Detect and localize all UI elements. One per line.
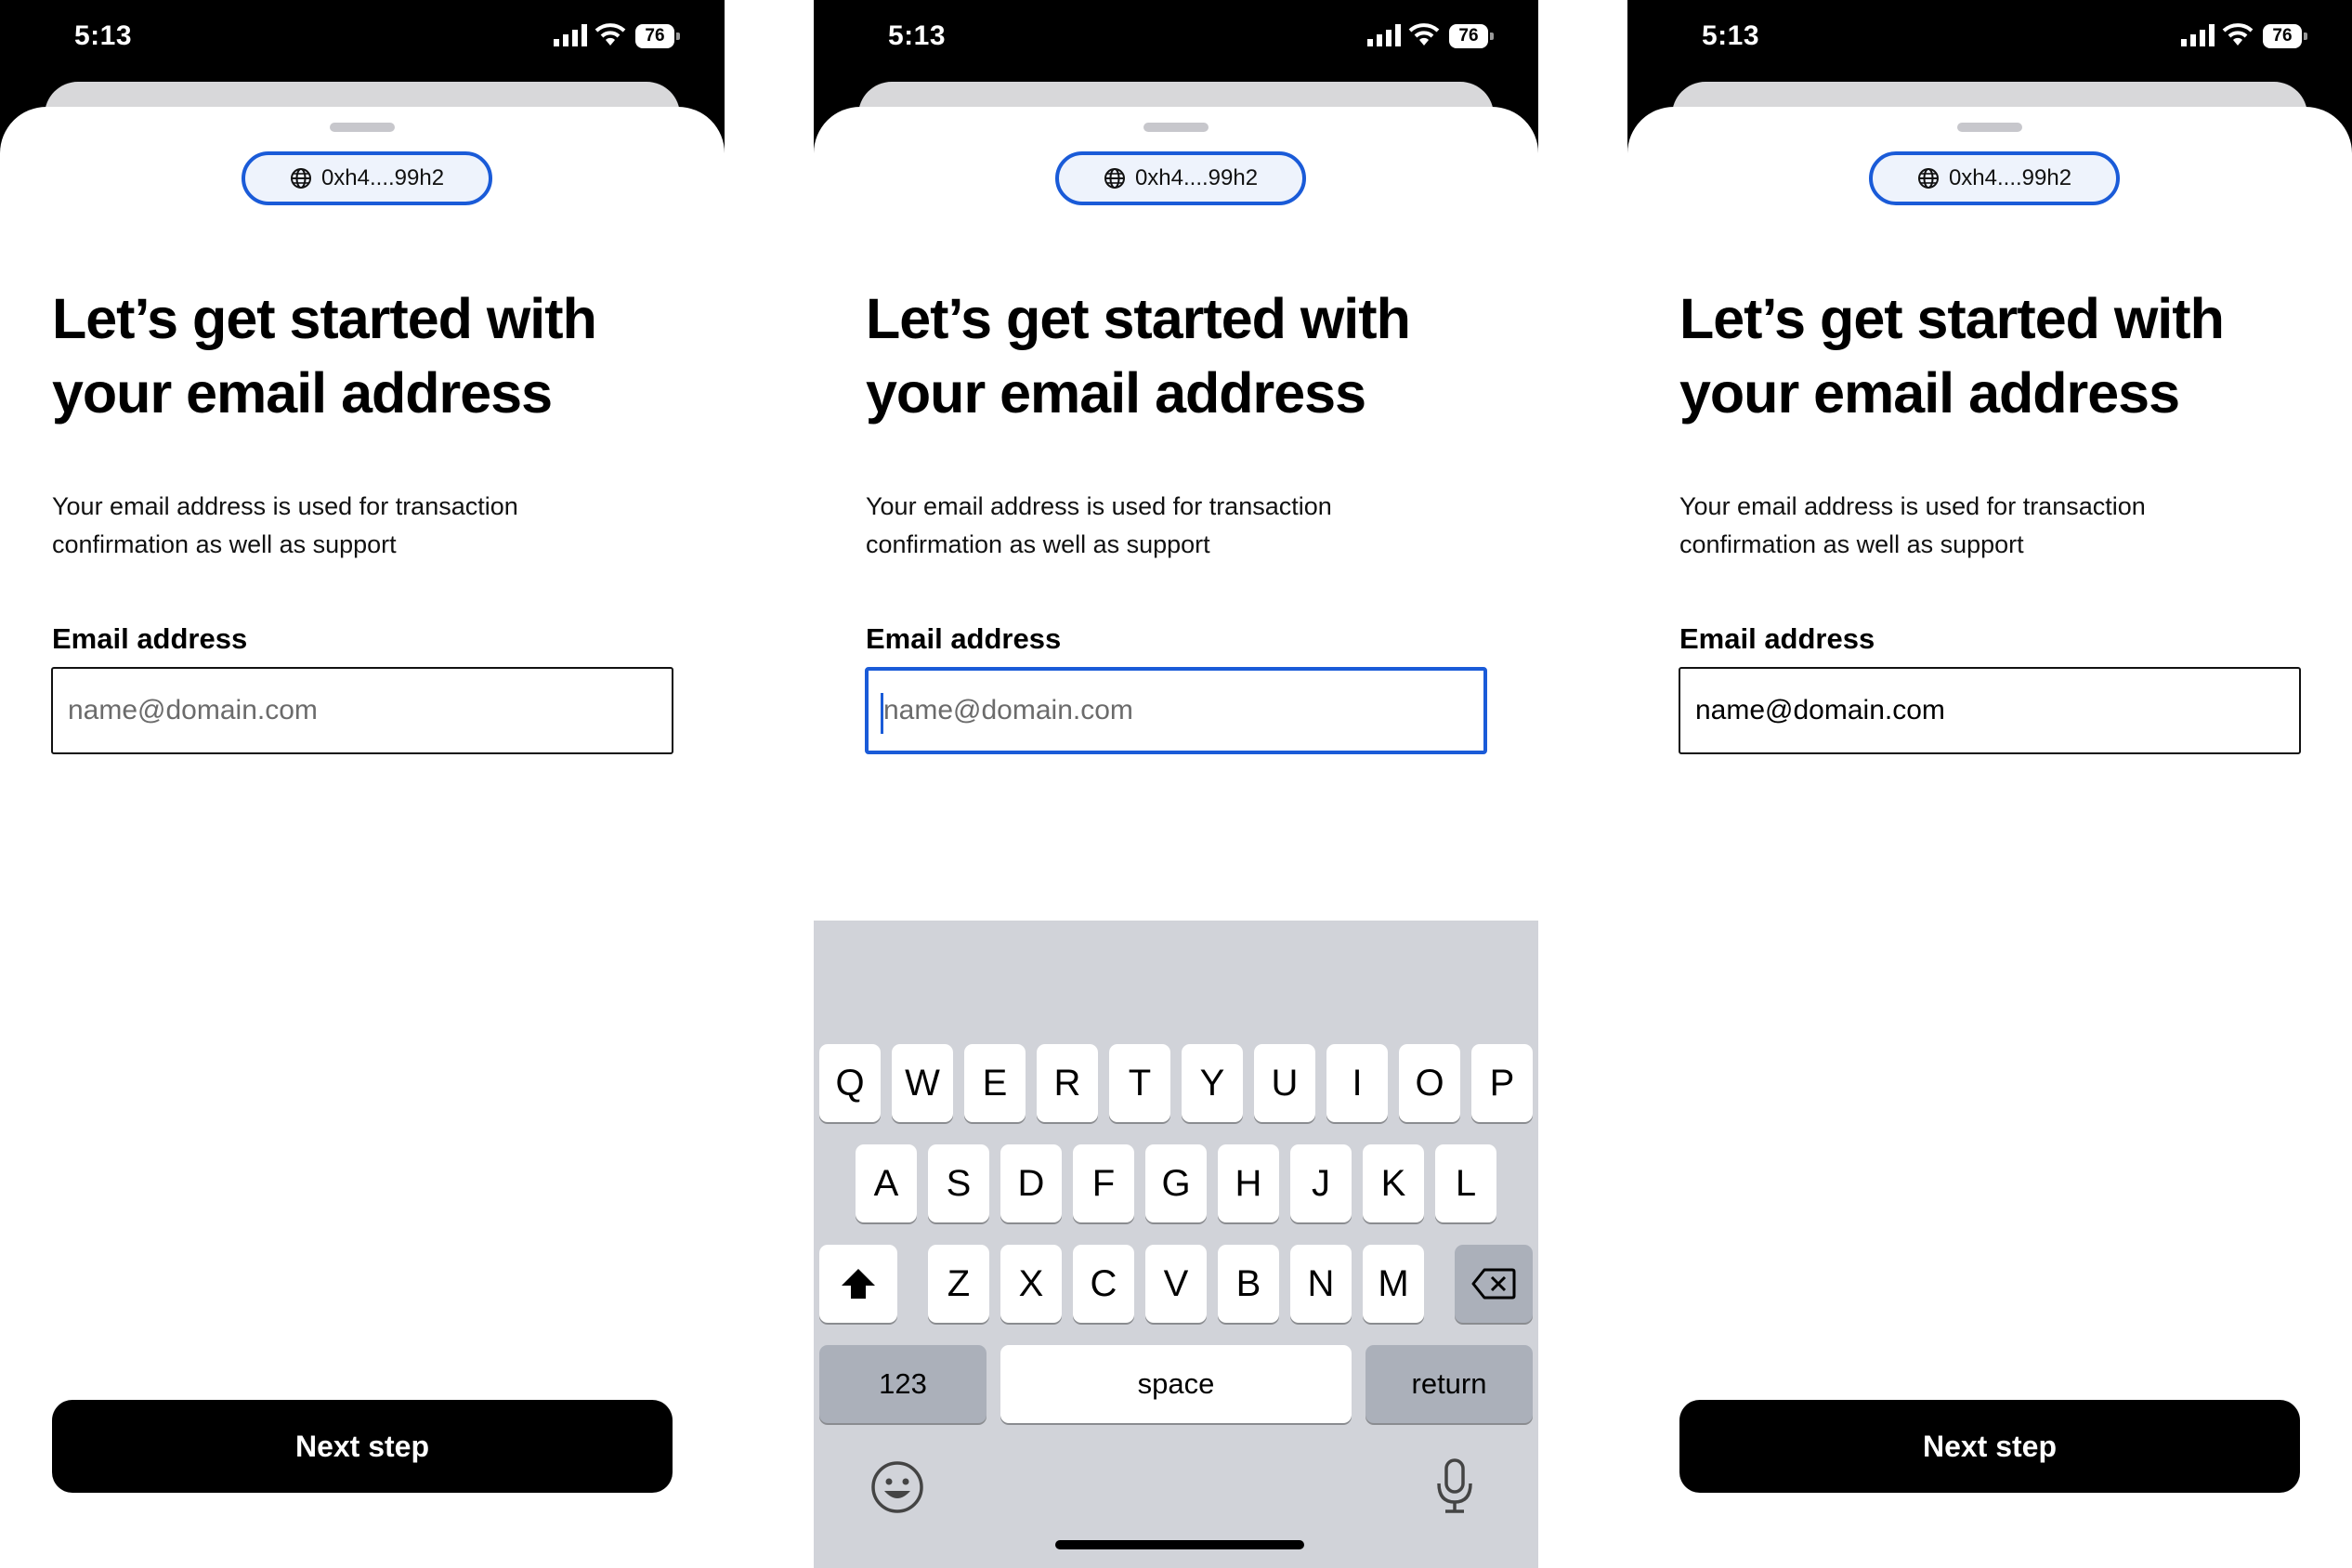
key-m[interactable]: M (1363, 1245, 1424, 1323)
status-time: 5:13 (888, 20, 947, 51)
email-input[interactable] (53, 669, 672, 752)
key-j[interactable]: J (1290, 1144, 1352, 1222)
microphone-icon[interactable] (1434, 1457, 1475, 1515)
backspace-icon (1471, 1268, 1516, 1300)
key-c[interactable]: C (1073, 1245, 1134, 1323)
next-step-button[interactable]: Next step (1679, 1400, 2300, 1493)
bottom-sheet: 0xh4....99h2 Let’s get started with your… (0, 107, 725, 1568)
key-y[interactable]: Y (1182, 1044, 1243, 1122)
cellular-signal-icon (554, 24, 587, 46)
cellular-signal-icon (2181, 24, 2215, 46)
key-v[interactable]: V (1145, 1245, 1207, 1323)
key-t[interactable]: T (1109, 1044, 1170, 1122)
key-o[interactable]: O (1399, 1044, 1460, 1122)
on-screen-keyboard: Q W E R T Y U I O P A S D F G H J K L Z … (814, 921, 1538, 1568)
shift-icon (842, 1269, 875, 1299)
key-r[interactable]: R (1037, 1044, 1098, 1122)
battery-icon: 76 (1449, 24, 1494, 48)
page-description: Your email address is used for transacti… (1679, 492, 2146, 558)
email-label: Email address (866, 622, 1062, 655)
key-e[interactable]: E (964, 1044, 1026, 1122)
key-g[interactable]: G (1145, 1144, 1207, 1222)
globe-icon (1917, 168, 1939, 189)
key-h[interactable]: H (1218, 1144, 1279, 1222)
phone-screen-focused: 5:13 76 0xh4....99h2 Let’s get started w… (814, 0, 1538, 1568)
wifi-icon (2222, 23, 2254, 46)
page-description: Your email address is used for transacti… (866, 492, 1332, 558)
sheet-grabber[interactable] (1143, 123, 1209, 132)
space-key[interactable]: space (1000, 1345, 1352, 1423)
key-x[interactable]: X (1000, 1245, 1062, 1323)
key-n[interactable]: N (1290, 1245, 1352, 1323)
status-bar: 5:13 76 (1627, 0, 2352, 82)
bottom-sheet: 0xh4....99h2 Let’s get started with your… (1627, 107, 2352, 1568)
page-title: Let’s get started with your email addres… (866, 287, 1411, 425)
email-field[interactable] (1679, 667, 2301, 754)
key-s[interactable]: S (928, 1144, 989, 1222)
status-time: 5:13 (1702, 20, 1760, 51)
globe-icon (1104, 168, 1125, 189)
next-step-button[interactable]: Next step (52, 1400, 673, 1493)
wallet-address-pill[interactable]: 0xh4....99h2 (1869, 151, 2120, 205)
wallet-address-pill[interactable]: 0xh4....99h2 (242, 151, 492, 205)
wifi-icon (1408, 23, 1440, 46)
text-caret (881, 693, 883, 734)
key-p[interactable]: P (1471, 1044, 1533, 1122)
wallet-address: 0xh4....99h2 (320, 165, 445, 190)
key-i[interactable]: I (1326, 1044, 1388, 1122)
return-key[interactable]: return (1365, 1345, 1533, 1423)
key-w[interactable]: W (892, 1044, 953, 1122)
globe-icon (290, 168, 311, 189)
key-b[interactable]: B (1218, 1245, 1279, 1323)
email-input[interactable] (869, 671, 1483, 751)
key-f[interactable]: F (1073, 1144, 1134, 1222)
status-bar: 5:13 76 (0, 0, 725, 82)
cellular-signal-icon (1367, 24, 1401, 46)
phone-screen-initial: 5:13 76 0xh4....99h2 Let’s get started w… (0, 0, 725, 1568)
wallet-address: 0xh4....99h2 (1134, 165, 1259, 190)
page-title: Let’s get started with your email addres… (52, 287, 597, 425)
home-indicator[interactable] (1055, 1540, 1304, 1549)
status-bar: 5:13 76 (814, 0, 1538, 82)
numbers-key[interactable]: 123 (819, 1345, 987, 1423)
phone-screen-filled: 5:13 76 0xh4....99h2 Let’s get started w… (1627, 0, 2352, 1568)
email-field[interactable] (51, 667, 673, 754)
email-field[interactable] (865, 667, 1487, 754)
wallet-address: 0xh4....99h2 (1948, 165, 2072, 190)
key-z[interactable]: Z (928, 1245, 989, 1323)
key-d[interactable]: D (1000, 1144, 1062, 1222)
email-label: Email address (52, 622, 248, 655)
status-time: 5:13 (74, 20, 133, 51)
shift-key[interactable] (819, 1245, 897, 1323)
page-title: Let’s get started with your email addres… (1679, 287, 2225, 425)
emoji-icon[interactable] (869, 1459, 925, 1515)
email-input[interactable] (1680, 669, 2299, 752)
email-label: Email address (1679, 622, 1875, 655)
page-description: Your email address is used for transacti… (52, 492, 518, 558)
key-u[interactable]: U (1254, 1044, 1315, 1122)
backspace-key[interactable] (1455, 1245, 1533, 1323)
wallet-address-pill[interactable]: 0xh4....99h2 (1055, 151, 1306, 205)
sheet-grabber[interactable] (1957, 123, 2022, 132)
wifi-icon (595, 23, 626, 46)
sheet-grabber[interactable] (330, 123, 395, 132)
key-k[interactable]: K (1363, 1144, 1424, 1222)
battery-icon: 76 (635, 24, 680, 48)
key-a[interactable]: A (856, 1144, 917, 1222)
battery-icon: 76 (2263, 24, 2307, 48)
key-q[interactable]: Q (819, 1044, 881, 1122)
key-l[interactable]: L (1435, 1144, 1496, 1222)
